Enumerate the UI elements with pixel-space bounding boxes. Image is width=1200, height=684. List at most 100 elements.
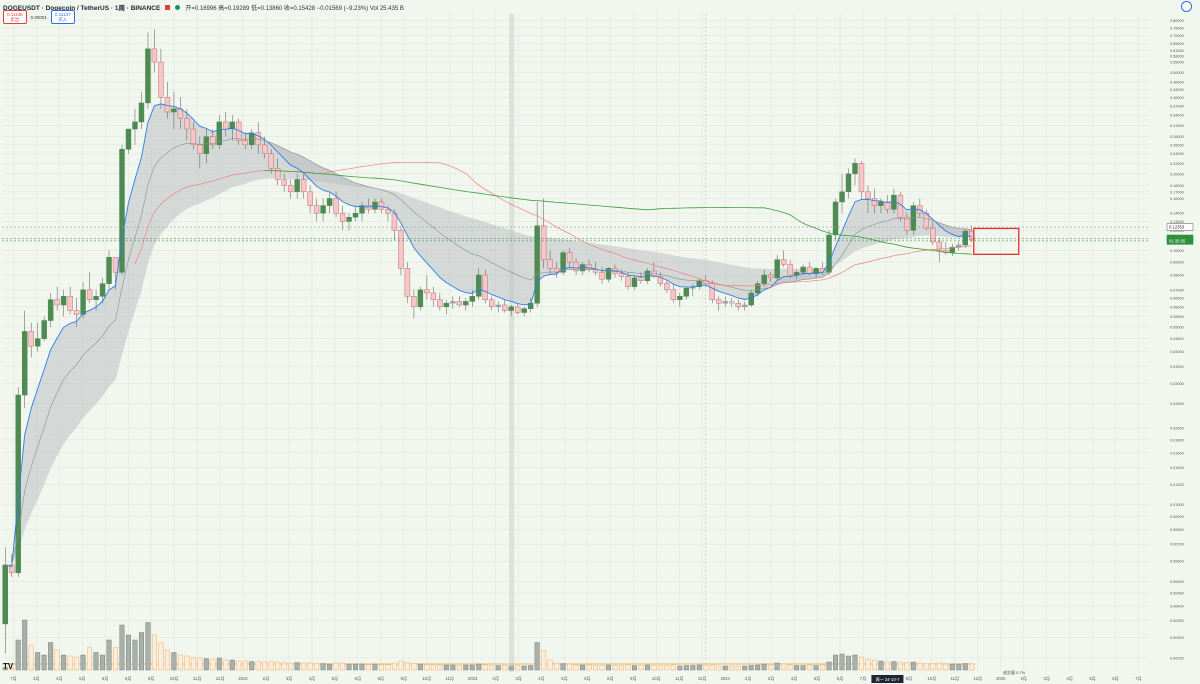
sell-button[interactable]: 0.11136 卖出 (3, 10, 27, 24)
volume-bar (450, 664, 456, 671)
volume-bar (437, 664, 443, 671)
volume-bar (113, 647, 118, 671)
ema-cloud-slow (5, 138, 972, 566)
price-tag-label: 01:35:55 (1169, 238, 1186, 243)
candle (2, 564, 8, 625)
buy-button[interactable]: 0.11137 买入 (50, 10, 75, 24)
y-tick-label: 0.26000 (1170, 143, 1184, 147)
candle (839, 191, 845, 203)
candle (411, 296, 417, 308)
candle (47, 299, 54, 321)
candle (73, 310, 80, 315)
volume-bar (294, 662, 300, 671)
candle (521, 308, 527, 313)
volume-bar (288, 662, 294, 671)
candle (378, 201, 385, 210)
volume-bar (138, 632, 144, 671)
y-tick-label: 0.34000 (1170, 114, 1184, 118)
candle (203, 136, 210, 154)
y-tick-label: 0.00500 (1170, 580, 1184, 584)
y-tick-label: 0.05000 (1170, 325, 1184, 329)
volume-bar (216, 657, 222, 671)
candle (132, 121, 138, 130)
y-tick-label: 0.02000 (1170, 427, 1184, 431)
volume-bar (690, 665, 696, 671)
candle (540, 225, 547, 260)
volume-bar (554, 662, 560, 671)
volume-bar (502, 665, 508, 671)
volume-bar (41, 654, 47, 671)
candle (800, 266, 806, 273)
volume-bar (599, 665, 605, 671)
volume-bar (158, 642, 164, 671)
volume-bar (962, 663, 968, 671)
volume-bar (696, 664, 702, 671)
y-tick-label: 0.46000 (1170, 80, 1184, 84)
volume-bar (430, 664, 436, 671)
volume-bar (151, 634, 157, 671)
candle (832, 201, 839, 236)
y-tick-label: 0.55000 (1170, 61, 1184, 65)
volume-bar (871, 659, 877, 671)
candle (865, 191, 871, 199)
candle (767, 274, 774, 279)
y-tick-label: 0.01000 (1170, 503, 1184, 507)
volume-bar (787, 664, 793, 671)
tradingview-logo-icon: TV (3, 662, 14, 671)
candle (138, 102, 145, 123)
candle (852, 163, 858, 175)
candle (514, 306, 521, 313)
y-tick-label: 0.24000 (1170, 152, 1184, 156)
candle (106, 256, 112, 284)
volume-bar (126, 634, 131, 671)
candle (261, 144, 268, 154)
y-tick-label: 0.00700 (1170, 543, 1184, 547)
volume-bar (619, 665, 624, 671)
volume-bar (716, 665, 722, 671)
candle (151, 48, 158, 63)
candle (618, 273, 625, 277)
candle (333, 198, 339, 214)
volume-bar (774, 662, 780, 671)
volume-bar (236, 660, 242, 671)
volume-bar (340, 662, 346, 671)
y-tick-label: 0.04000 (1170, 350, 1184, 354)
candle (326, 198, 333, 206)
y-tick-label: 0.37000 (1170, 104, 1184, 108)
volume-bar (346, 663, 352, 671)
volume-bar (612, 665, 618, 671)
price-chart[interactable]: 0.80000 0.75000 0.70000 0.65000 0.61000 0.580… (0, 0, 1200, 684)
candle (365, 205, 372, 210)
candle (787, 264, 793, 276)
candle (28, 331, 34, 347)
volume-bar (15, 639, 21, 671)
volume-bar (456, 665, 462, 671)
candle (190, 128, 197, 146)
candle (197, 144, 203, 154)
volume-bar (768, 664, 774, 671)
volume-bar (969, 663, 975, 671)
volume-bar (586, 664, 592, 671)
settings-icon[interactable] (1181, 1, 1192, 12)
volume-bar (761, 663, 767, 671)
candle (287, 185, 294, 193)
volume-bar (521, 665, 527, 671)
volume-bar (249, 661, 255, 671)
volume-bar (385, 664, 391, 671)
candle (80, 289, 86, 315)
volume-bar (443, 664, 449, 671)
session-strip (509, 14, 515, 672)
y-tick-label: 0.20000 (1170, 172, 1184, 176)
indicator-bands (5, 103, 972, 567)
volume-bar (807, 664, 813, 671)
candle (307, 191, 313, 206)
y-tick-label: 0.00800 (1170, 528, 1184, 532)
volume-bar (404, 662, 410, 671)
candle (502, 304, 508, 311)
volume-bar (411, 663, 417, 671)
candle (930, 228, 936, 243)
candle (722, 301, 728, 304)
volume-bar (106, 639, 112, 671)
volume-bar (307, 662, 313, 671)
volume-bar (839, 653, 845, 671)
